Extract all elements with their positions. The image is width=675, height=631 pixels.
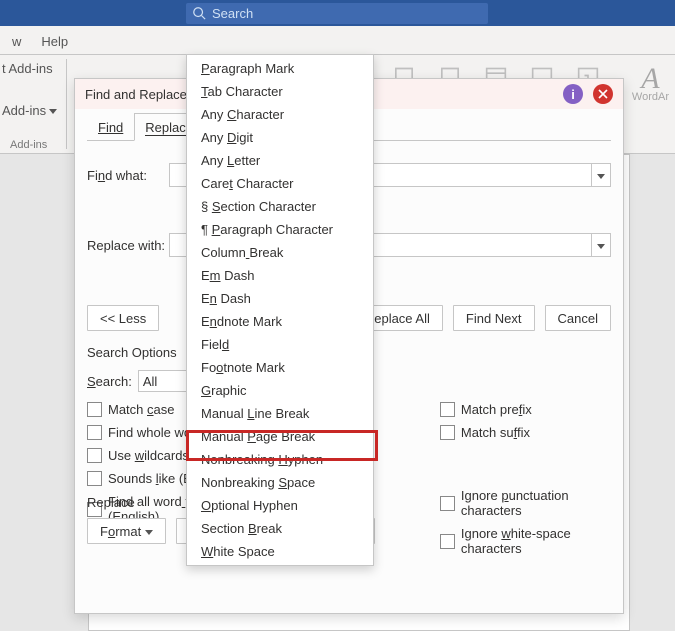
special-menu-item[interactable]: Paragraph Mark [187,57,373,80]
special-menu-item[interactable]: Field [187,333,373,356]
checkbox-label: Match prefix [461,402,532,417]
tab-find[interactable]: Find [87,113,134,141]
wordart-label: WordAr [632,91,669,103]
chevron-down-icon [145,524,153,539]
special-menu-item[interactable]: § Section Character [187,195,373,218]
special-menu-item[interactable]: Any Letter [187,149,373,172]
ribbon-divider [66,59,67,149]
special-menu-item[interactable]: Nonbreaking Hyphen [187,448,373,471]
chevron-down-icon[interactable] [591,164,610,186]
info-icon[interactable]: i [563,84,583,104]
special-menu: Paragraph MarkTab CharacterAny Character… [186,54,374,566]
special-menu-item[interactable]: Any Character [187,103,373,126]
search-direction-label: Search: [87,374,132,389]
search-icon [192,6,206,20]
dialog-title: Find and Replace [85,87,187,102]
checkbox-icon [87,448,102,463]
checkbox-label: Use wildcards [108,448,189,463]
ribbon-tab-help[interactable]: Help [31,29,78,54]
special-menu-item[interactable]: Section Break [187,517,373,540]
cancel-button[interactable]: Cancel [545,305,611,331]
find-next-button[interactable]: Find Next [453,305,535,331]
chevron-down-icon [49,103,57,118]
ribbon-tab-strip: w Help [0,26,675,55]
special-menu-item[interactable]: Manual Page Break [187,425,373,448]
wordart-icon: A [632,67,669,91]
special-menu-item[interactable]: Graphic [187,379,373,402]
checkbox-icon [87,425,102,440]
ribbon-group-addins-label: Add-ins [0,139,47,151]
checkbox-option[interactable]: Match prefix [440,402,611,417]
title-bar: Search [0,0,675,26]
checkbox-label: Match case [108,402,174,417]
special-menu-item[interactable]: ¶ Paragraph Character [187,218,373,241]
special-menu-item[interactable]: Caret Character [187,172,373,195]
checkbox-icon [87,471,102,486]
special-menu-item[interactable]: Tab Character [187,80,373,103]
special-menu-item[interactable]: Em Dash [187,264,373,287]
chevron-down-icon[interactable] [591,234,610,256]
find-what-label: Find what: [87,168,169,183]
special-menu-item[interactable]: Endnote Mark [187,310,373,333]
special-menu-item[interactable]: Column Break [187,241,373,264]
get-addins-button[interactable]: t Add-ins [0,61,64,76]
checkbox-icon [440,425,455,440]
special-menu-item[interactable]: White Space [187,540,373,563]
search-placeholder: Search [212,6,253,21]
search-direction-value: All [143,374,157,389]
checkbox-option[interactable]: Match suffix [440,425,611,440]
format-button[interactable]: Format [87,518,166,544]
checkbox-icon [87,402,102,417]
search-box[interactable]: Search [186,3,488,24]
special-menu-item[interactable]: Optional Hyphen [187,494,373,517]
special-menu-item[interactable]: Any Digit [187,126,373,149]
less-button[interactable]: << Less [87,305,159,331]
checkbox-icon [440,402,455,417]
wordart-button[interactable]: A WordAr [632,67,669,103]
checkbox-label: Match suffix [461,425,530,440]
ribbon-tab-partial[interactable]: w [2,29,31,54]
replace-with-label: Replace with: [87,238,169,253]
my-addins-button[interactable]: Add-ins [0,103,64,118]
format-button-label: Format [100,524,141,539]
close-icon[interactable] [593,84,613,104]
special-menu-item[interactable]: Nonbreaking Space [187,471,373,494]
special-menu-item[interactable]: Footnote Mark [187,356,373,379]
special-menu-item[interactable]: Manual Line Break [187,402,373,425]
special-menu-item[interactable]: En Dash [187,287,373,310]
